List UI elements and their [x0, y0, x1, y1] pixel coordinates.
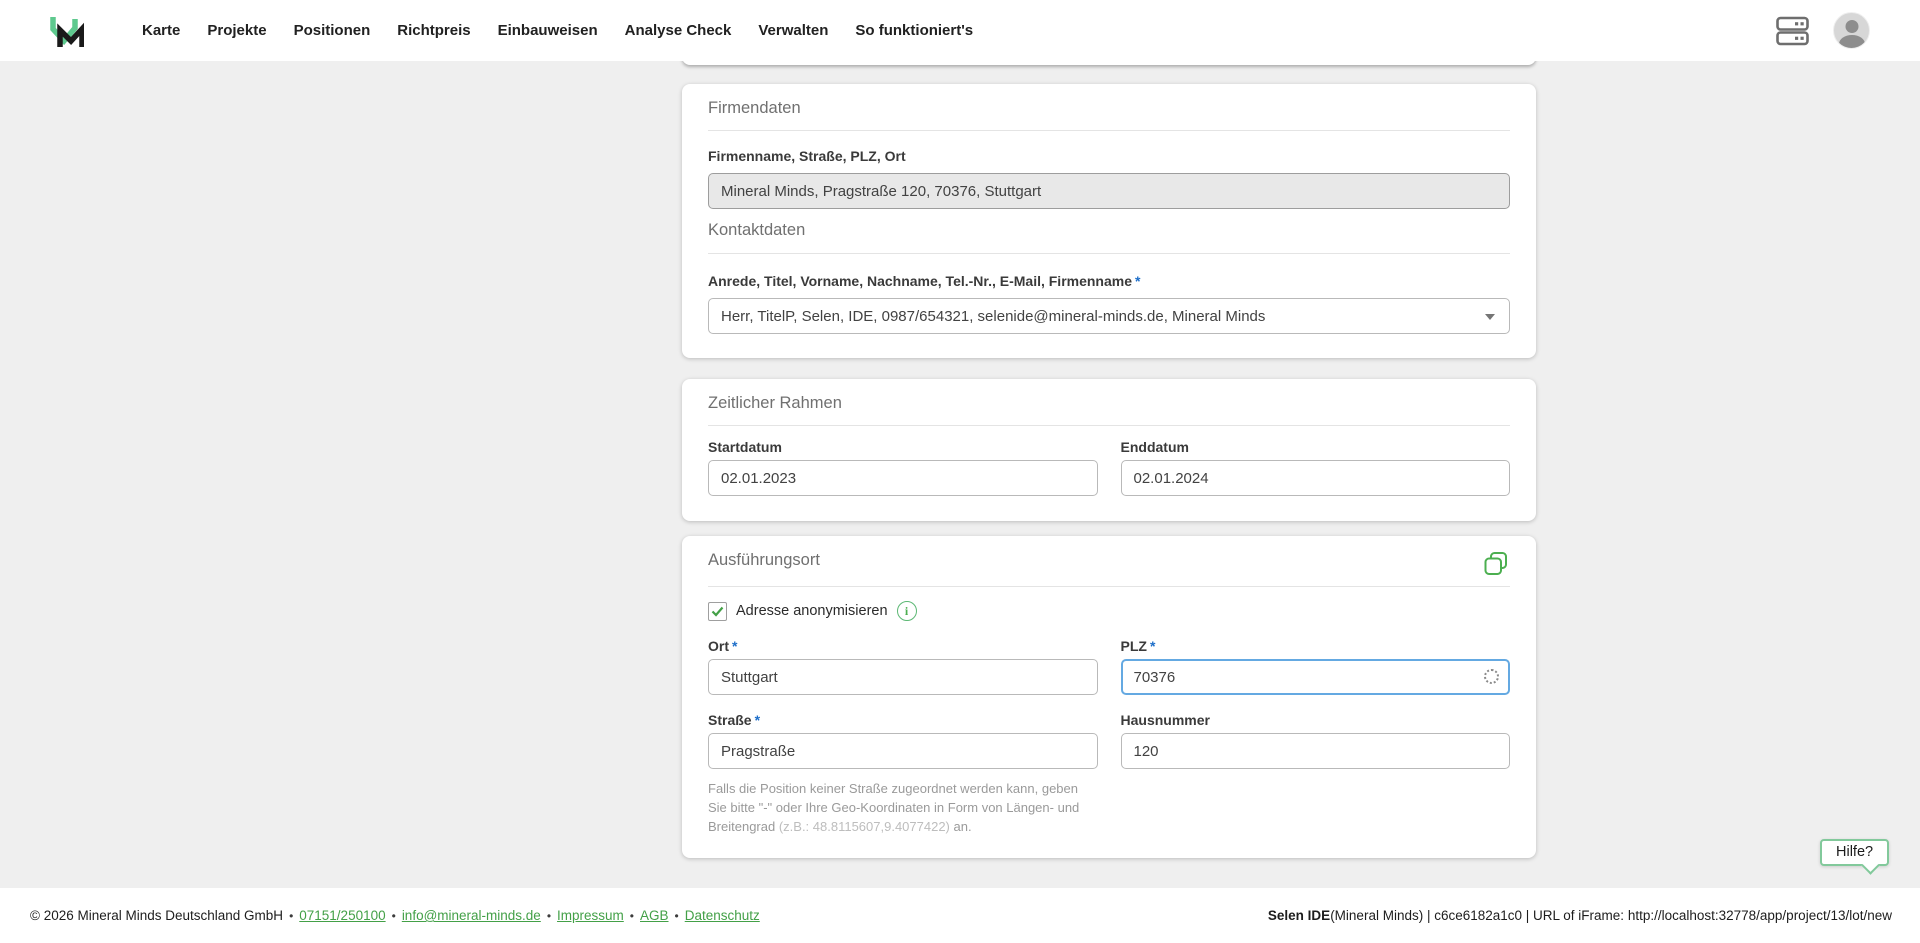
checkmark-icon	[711, 606, 724, 617]
footer-status-app: Selen IDE	[1268, 908, 1330, 923]
contact-label: Anrede, Titel, Vorname, Nachname, Tel.-N…	[708, 274, 1510, 288]
page: Karte Projekte Positionen Richtpreis Ein…	[0, 0, 1920, 943]
enddate-input[interactable]	[1121, 460, 1511, 496]
housenumber-label: Hausnummer	[1121, 713, 1511, 727]
contact-label-text: Anrede, Titel, Vorname, Nachname, Tel.-N…	[708, 273, 1132, 289]
loading-spinner-icon	[1484, 669, 1499, 684]
timeframe-heading: Zeitlicher Rahmen	[708, 395, 1510, 412]
divider	[708, 253, 1510, 254]
nav-item-projekte[interactable]: Projekte	[207, 22, 266, 39]
company-address-label: Firmenname, Straße, PLZ, Ort	[708, 149, 1510, 163]
footer-separator: •	[630, 909, 634, 923]
street-hint: Falls die Position keiner Straße zugeord…	[708, 779, 1098, 836]
housenumber-input[interactable]	[1121, 733, 1511, 769]
divider	[708, 130, 1510, 131]
startdate-input[interactable]	[708, 460, 1098, 496]
nav-item-verwalten[interactable]: Verwalten	[758, 22, 828, 39]
avatar-head-icon	[1845, 20, 1858, 33]
footer-link-email[interactable]: info@mineral-minds.de	[402, 908, 541, 923]
nav-item-so-funktionierts[interactable]: So funktioniert's	[855, 22, 973, 39]
required-mark: *	[755, 712, 760, 728]
city-input[interactable]	[708, 659, 1098, 695]
enddate-field: Enddatum	[1121, 440, 1511, 496]
timeframe-card: Zeitlicher Rahmen Startdatum Enddatum	[682, 379, 1536, 521]
location-heading: Ausführungsort	[708, 552, 820, 569]
city-field: Ort*	[708, 639, 1098, 695]
street-label-text: Straße	[708, 712, 752, 728]
contact-select[interactable]: Herr, TitelP, Selen, IDE, 0987/654321, s…	[708, 298, 1510, 334]
footer-status: Selen IDE (Mineral Minds) | c6ce6182a1c0…	[1268, 888, 1892, 943]
anonymize-checkbox[interactable]	[708, 602, 727, 621]
anonymize-row: Adresse anonymisieren i	[708, 601, 1510, 621]
nav-item-einbauweisen[interactable]: Einbauweisen	[498, 22, 598, 39]
footer-status-rest: (Mineral Minds) | c6ce6182a1c0 | URL of …	[1330, 908, 1892, 923]
main-nav: Karte Projekte Positionen Richtpreis Ein…	[142, 0, 973, 61]
zip-field: PLZ*	[1121, 639, 1511, 695]
footer-left: © 2026 Mineral Minds Deutschland GmbH • …	[30, 888, 760, 943]
city-label-text: Ort	[708, 638, 729, 654]
zip-label: PLZ*	[1121, 639, 1511, 653]
footer-link-agb[interactable]: AGB	[640, 908, 669, 923]
footer-copyright: © 2026 Mineral Minds Deutschland GmbH	[30, 908, 283, 923]
copy-icon[interactable]	[1482, 550, 1510, 578]
location-card: Ausführungsort Adresse anonymisieren i O…	[682, 536, 1536, 858]
nav-item-karte[interactable]: Karte	[142, 22, 180, 39]
footer-link-datenschutz[interactable]: Datenschutz	[685, 908, 760, 923]
help-button[interactable]: Hilfe?	[1820, 839, 1889, 866]
footer-separator: •	[289, 909, 293, 923]
divider	[708, 586, 1510, 587]
top-navbar: Karte Projekte Positionen Richtpreis Ein…	[0, 0, 1920, 61]
company-address-input	[708, 173, 1510, 209]
header-icons	[1776, 0, 1870, 61]
city-label: Ort*	[708, 639, 1098, 653]
zip-input[interactable]	[1121, 659, 1511, 695]
company-data-card: Firmendaten Firmenname, Straße, PLZ, Ort…	[682, 84, 1536, 358]
required-mark: *	[1135, 273, 1140, 289]
startdate-label: Startdatum	[708, 440, 1098, 454]
footer: © 2026 Mineral Minds Deutschland GmbH • …	[0, 888, 1920, 943]
divider	[708, 425, 1510, 426]
footer-separator: •	[675, 909, 679, 923]
mineral-minds-logo-icon[interactable]	[48, 13, 84, 48]
anonymize-label: Adresse anonymisieren	[736, 603, 888, 619]
zip-label-text: PLZ	[1121, 638, 1147, 654]
info-icon[interactable]: i	[897, 601, 917, 621]
contact-select-value: Herr, TitelP, Selen, IDE, 0987/654321, s…	[721, 308, 1265, 325]
required-mark: *	[1150, 638, 1155, 654]
avatar-body-icon	[1839, 35, 1865, 49]
nav-item-analyse-check[interactable]: Analyse Check	[625, 22, 732, 39]
street-input[interactable]	[708, 733, 1098, 769]
footer-separator: •	[547, 909, 551, 923]
footer-separator: •	[392, 909, 396, 923]
footer-link-impressum[interactable]: Impressum	[557, 908, 624, 923]
nav-item-positionen[interactable]: Positionen	[294, 22, 371, 39]
server-icon[interactable]	[1776, 16, 1809, 46]
footer-link-phone[interactable]: 07151/250100	[299, 908, 385, 923]
street-field: Straße* Falls die Position keiner Straße…	[708, 713, 1098, 836]
street-hint-suffix: an.	[950, 819, 972, 834]
enddate-label: Enddatum	[1121, 440, 1511, 454]
required-mark: *	[732, 638, 737, 654]
user-avatar[interactable]	[1833, 12, 1870, 49]
startdate-field: Startdatum	[708, 440, 1098, 496]
housenumber-field: Hausnummer	[1121, 713, 1511, 836]
nav-item-richtpreis[interactable]: Richtpreis	[397, 22, 470, 39]
company-section-heading: Firmendaten	[708, 100, 1510, 117]
street-hint-example: (z.B.: 48.8115607,9.4077422)	[779, 819, 950, 834]
contact-section-heading: Kontaktdaten	[708, 222, 1510, 239]
street-label: Straße*	[708, 713, 1098, 727]
dropdown-arrow-icon	[1485, 314, 1495, 320]
